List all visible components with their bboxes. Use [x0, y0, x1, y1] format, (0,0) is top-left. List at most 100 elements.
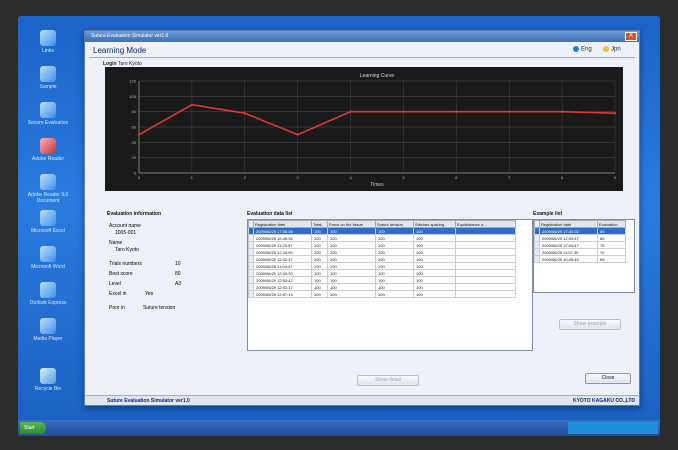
table-cell: 2009/06/29 12:07:14 — [253, 290, 312, 298]
globe-icon — [603, 46, 609, 52]
table-cell: 100 — [311, 248, 328, 256]
window-title: Sutura Evaluation Simulator ver1.0 — [91, 33, 169, 39]
table-row[interactable]: 2009/06/29 17:55:06 100 100 100 100 — [248, 227, 516, 235]
table-row[interactable]: 2009/06/29 11:04:47 100 100 100 100 — [248, 262, 516, 270]
desktop-icon[interactable]: Links — [26, 30, 70, 54]
document-icon — [40, 174, 56, 190]
window-close-button[interactable]: X — [625, 32, 637, 41]
table-cell: 75 — [597, 241, 626, 249]
table-row[interactable]: 2009/06/29 12:04:47 75 — [534, 241, 626, 249]
table-cell: 100 — [311, 283, 328, 291]
excel-icon — [40, 210, 56, 226]
table-cell: 100 — [413, 262, 456, 270]
window-titlebar[interactable]: Sutura Evaluation Simulator ver1.0 X — [85, 31, 639, 42]
x-tick-label: 1 — [191, 175, 194, 180]
data-point — [508, 110, 511, 113]
table-cell: 100 — [311, 255, 328, 263]
table-row[interactable]: 2009/06/29 17:40:02 85 — [534, 227, 626, 235]
table-cell: 100 — [327, 234, 376, 242]
table-header: Registration date Evaluation — [534, 220, 626, 228]
table-row[interactable]: 2009/06/29 12:04:30 100 100 100 100 — [248, 269, 516, 277]
table-cell — [455, 269, 516, 277]
table-row[interactable]: 2009/06/29 12:44:50 100 100 100 100 — [248, 248, 516, 256]
table-cell: 80 — [597, 234, 626, 242]
table-cell: 2009/06/29 12:03:42 — [253, 276, 312, 284]
column-header[interactable]: Evaluation — [597, 220, 626, 228]
desktop-icon[interactable]: Recycle Bin — [26, 368, 70, 392]
table-row[interactable]: 2009/06/29 12:07:14 100 100 100 100 — [248, 290, 516, 298]
example-table[interactable]: Registration date Evaluation 2009/06/29 1… — [533, 219, 635, 293]
show-example-button[interactable]: Show example — [559, 319, 621, 330]
app-window: Sutura Evaluation Simulator ver1.0 X Lea… — [84, 30, 640, 406]
table-row[interactable]: 2009/06/29 11:25:57 100 100 100 100 — [248, 241, 516, 249]
evaluation-table[interactable]: Registration date Total Force on the tissu… — [247, 219, 533, 351]
table-row[interactable]: 2009/06/29 16:45:36 100 100 100 100 — [248, 234, 516, 242]
table-cell: 100 — [413, 241, 456, 249]
table-cell: 70 — [597, 248, 626, 256]
lang-japanese[interactable]: Jpn — [603, 46, 621, 53]
table-cell — [455, 290, 516, 298]
table-cell: 100 — [375, 276, 414, 284]
table-cell: 2009/06/29 11:25:57 — [253, 241, 312, 249]
table-cell: 65 — [597, 255, 626, 263]
table-cell: 100 — [311, 234, 328, 242]
table-cell: 100 — [327, 248, 376, 256]
table-cell: 100 — [413, 283, 456, 291]
table-row[interactable]: 2009/06/29 12:02:47 100 100 100 100 — [248, 255, 516, 263]
table-cell: 2009/06/29 12:04:30 — [253, 269, 312, 277]
y-tick-label: 0 — [134, 171, 137, 176]
data-point — [349, 110, 352, 113]
status-app-name: Suture Evaluation Simulator ver1.0 — [107, 398, 190, 404]
column-header[interactable]: Equidistance o... — [455, 220, 516, 228]
desktop-icon[interactable]: Outlook Express — [26, 282, 70, 306]
desktop-icon[interactable]: Microsoft Excel — [26, 210, 70, 234]
evaluation-list-title: Evaluation data list — [247, 211, 293, 217]
desktop-icon[interactable]: Adobe Reader — [26, 138, 70, 162]
column-header[interactable]: Suture tension — [375, 220, 414, 228]
table-cell — [455, 262, 516, 270]
table-cell: 2009/06/29 12:04:47 — [539, 241, 598, 249]
globe-icon — [573, 46, 579, 52]
table-cell: 100 — [375, 269, 414, 277]
table-row[interactable]: 2009/06/29 12:03:42 100 100 100 100 — [248, 276, 516, 284]
column-header[interactable]: Total — [311, 220, 328, 228]
desktop-icon[interactable]: Secure Evaluation — [26, 102, 70, 126]
desktop-icon[interactable]: Adobe Reader 9.0 Document — [26, 174, 70, 204]
x-tick-label: 5 — [402, 175, 405, 180]
table-cell — [455, 227, 516, 235]
table-row[interactable]: 2009/06/29 12:01:17 100 100 100 100 — [248, 283, 516, 291]
column-header[interactable]: Force on the tissue — [327, 220, 376, 228]
x-tick-label: 8 — [561, 175, 564, 180]
table-header: Registration date Total Force on the tissu… — [248, 220, 516, 228]
table-cell: 100 — [375, 255, 414, 263]
table-cell: 100 — [311, 241, 328, 249]
table-cell: 2009/06/29 17:55:06 — [253, 227, 312, 235]
table-row[interactable]: 2009/06/29 12:53:47 80 — [534, 234, 626, 242]
x-tick-label: 6 — [455, 175, 458, 180]
column-header[interactable]: Registration date — [539, 220, 598, 228]
close-icon: X — [628, 33, 633, 39]
table-row[interactable]: 2009/06/29 11:57:30 70 — [534, 248, 626, 256]
start-button[interactable]: Start — [20, 422, 46, 434]
table-cell — [455, 234, 516, 242]
show-detail-button[interactable]: Show detail — [357, 375, 419, 386]
excel-label: Excel in — [109, 291, 127, 297]
table-row[interactable]: 2009/06/29 10:45:46 65 — [534, 255, 626, 263]
close-button[interactable]: Close — [585, 373, 631, 384]
table-cell: 100 — [311, 269, 328, 277]
column-header[interactable]: Registration date — [253, 220, 312, 228]
trials-value: 10 — [175, 261, 181, 267]
mail-icon — [40, 282, 56, 298]
lang-english[interactable]: Eng — [573, 46, 592, 53]
table-cell: 100 — [413, 234, 456, 242]
desktop-icon[interactable]: Microsoft Word — [26, 246, 70, 270]
column-header[interactable]: Stitches spacing — [413, 220, 456, 228]
desktop-icon[interactable]: Sample — [26, 66, 70, 90]
desktop-icon[interactable]: Media Player — [26, 318, 70, 342]
data-point — [137, 133, 141, 136]
table-cell: 100 — [413, 255, 456, 263]
example-list-title: Example list — [533, 211, 563, 217]
x-tick-label: 7 — [508, 175, 511, 180]
data-point — [190, 103, 194, 106]
divider — [89, 57, 635, 58]
